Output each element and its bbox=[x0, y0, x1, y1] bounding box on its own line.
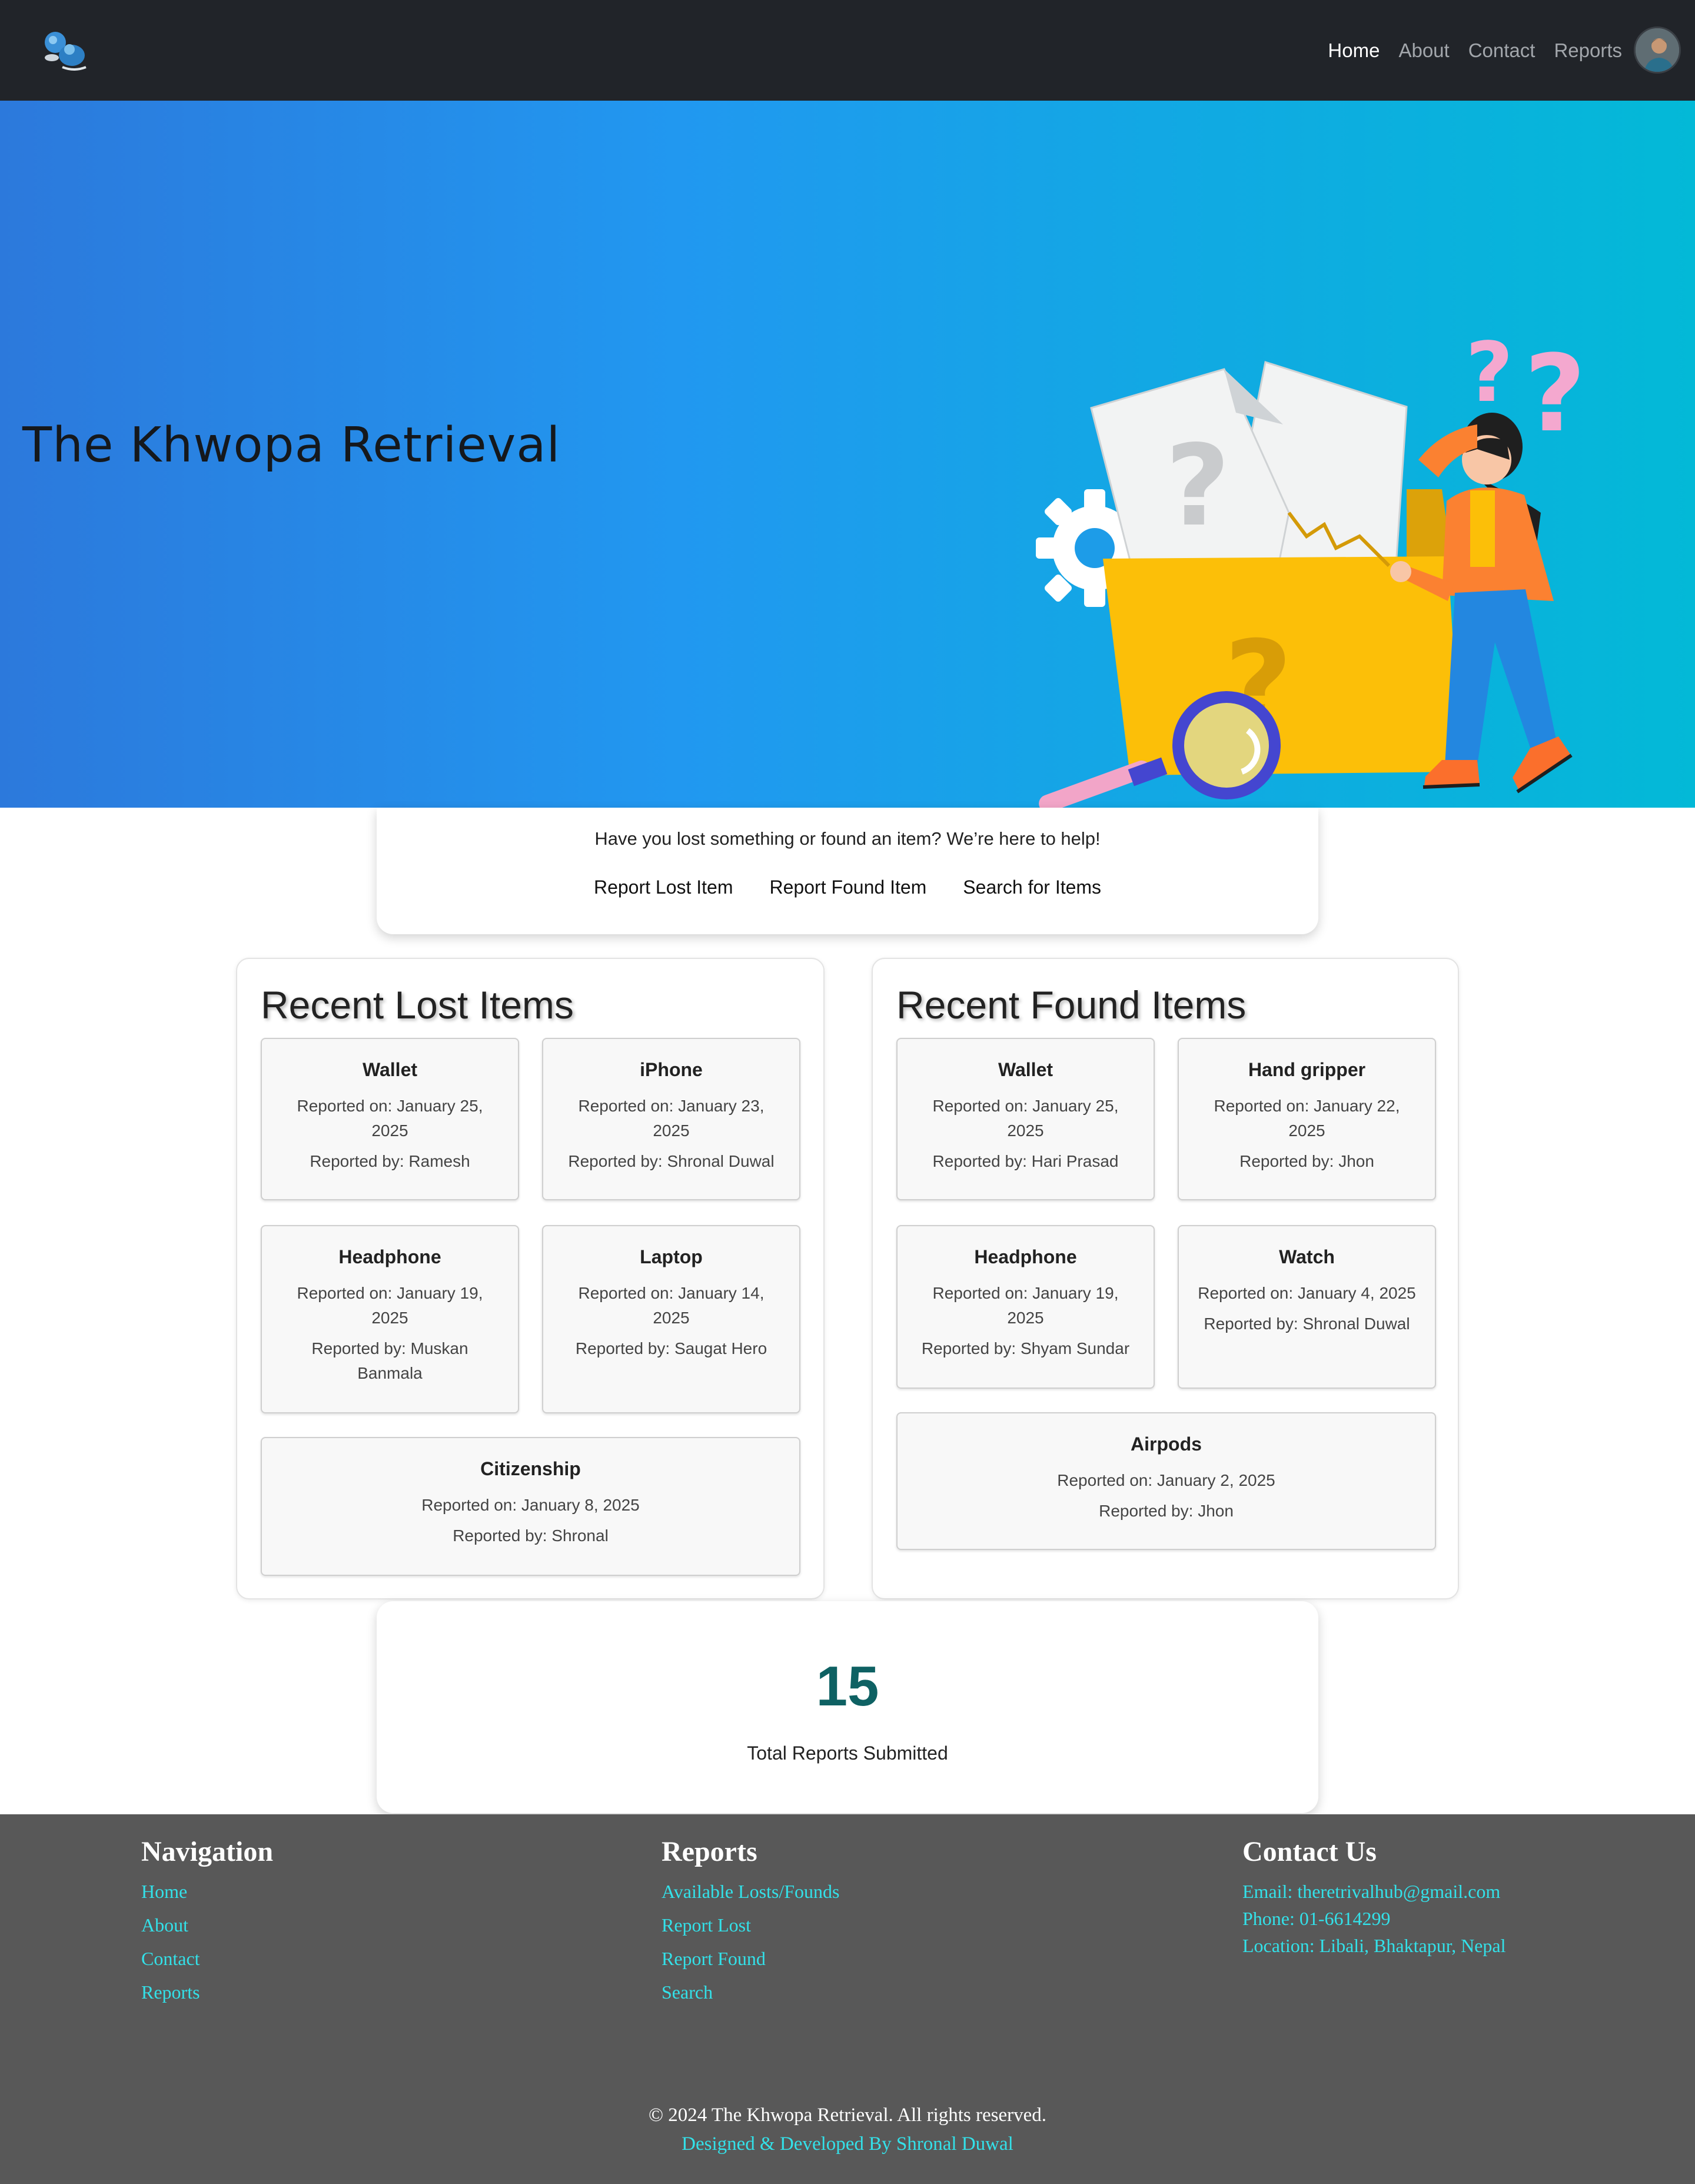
total-reports-card: 15 Total Reports Submitted bbox=[377, 1601, 1318, 1813]
found-item-card[interactable]: Headphone Reported on: January 19, 2025 … bbox=[896, 1225, 1155, 1389]
footer-link-home[interactable]: Home bbox=[141, 1881, 273, 1903]
svg-text:?: ? bbox=[1165, 421, 1230, 551]
lost-item-card[interactable]: Citizenship Reported on: January 8, 2025… bbox=[261, 1437, 800, 1576]
item-name: Watch bbox=[1279, 1246, 1335, 1267]
item-date: Reported on: January 2, 2025 bbox=[1057, 1471, 1275, 1489]
item-name: Citizenship bbox=[480, 1458, 581, 1479]
nav-contact[interactable]: Contact bbox=[1468, 39, 1536, 62]
search-items-link[interactable]: Search for Items bbox=[963, 877, 1101, 898]
recent-lost-section: Recent Lost Items Wallet Reported on: Ja… bbox=[236, 958, 825, 1599]
item-name: Headphone bbox=[974, 1246, 1077, 1267]
item-name: Laptop bbox=[640, 1246, 703, 1267]
found-item-card[interactable]: Airpods Reported on: January 2, 2025 Rep… bbox=[896, 1412, 1436, 1550]
item-date: Reported on: January 4, 2025 bbox=[1198, 1284, 1416, 1302]
lost-item-card[interactable]: Wallet Reported on: January 25, 2025 Rep… bbox=[261, 1038, 519, 1200]
item-date: Reported on: January 14, 2025 bbox=[578, 1284, 765, 1327]
recent-found-section: Recent Found Items Wallet Reported on: J… bbox=[872, 958, 1459, 1599]
svg-text:?: ? bbox=[1465, 325, 1513, 421]
item-name: iPhone bbox=[640, 1059, 703, 1080]
site-logo-icon[interactable] bbox=[39, 26, 95, 75]
item-date: Reported on: January 25, 2025 bbox=[297, 1097, 483, 1140]
svg-text:?: ? bbox=[1524, 333, 1586, 456]
contact-email[interactable]: Email: theretrivalhub@gmail.com bbox=[1242, 1881, 1505, 1903]
item-date: Reported on: January 22, 2025 bbox=[1214, 1097, 1400, 1140]
item-name: Wallet bbox=[362, 1059, 418, 1080]
footer-contact: Contact Us Email: theretrivalhub@gmail.c… bbox=[1242, 1836, 1505, 1962]
item-date: Reported on: January 8, 2025 bbox=[421, 1496, 640, 1514]
total-reports-label: Total Reports Submitted bbox=[747, 1742, 948, 1764]
footer-link-report-lost[interactable]: Report Lost bbox=[662, 1914, 840, 1936]
item-name: Headphone bbox=[338, 1246, 441, 1267]
item-reporter: Reported by: Muskan Banmala bbox=[311, 1339, 468, 1382]
contact-location: Location: Libali, Bhaktapur, Nepal bbox=[1242, 1935, 1506, 1956]
hero-illustration: ? ? ? ? bbox=[1030, 218, 1618, 842]
footer-navigation: Navigation Home About Contact Reports bbox=[141, 1836, 273, 2015]
item-name: Airpods bbox=[1131, 1433, 1202, 1455]
section-title: Recent Lost Items bbox=[261, 983, 574, 1027]
item-date: Reported on: January 19, 2025 bbox=[932, 1284, 1119, 1327]
help-text: Have you lost something or found an item… bbox=[594, 828, 1101, 849]
nav-home[interactable]: Home bbox=[1328, 39, 1380, 62]
section-title: Recent Found Items bbox=[896, 983, 1247, 1027]
help-card: Have you lost something or found an item… bbox=[377, 808, 1318, 934]
contact-phone[interactable]: Phone: 01-6614299 bbox=[1242, 1908, 1505, 1930]
item-reporter: Reported by: Hari Prasad bbox=[932, 1152, 1119, 1170]
nav-reports[interactable]: Reports bbox=[1554, 39, 1622, 62]
item-date: Reported on: January 23, 2025 bbox=[578, 1097, 765, 1140]
lost-item-card[interactable]: iPhone Reported on: January 23, 2025 Rep… bbox=[542, 1038, 800, 1200]
found-item-card[interactable]: Wallet Reported on: January 25, 2025 Rep… bbox=[896, 1038, 1155, 1200]
found-item-card[interactable]: Hand gripper Reported on: January 22, 20… bbox=[1178, 1038, 1436, 1200]
footer-link-search[interactable]: Search bbox=[662, 1981, 840, 2003]
item-reporter: Reported by: Shronal bbox=[453, 1526, 609, 1545]
item-reporter: Reported by: Shronal Duwal bbox=[568, 1152, 775, 1170]
hero-title: The Khwopa Retrieval bbox=[22, 417, 561, 473]
footer-link-about[interactable]: About bbox=[141, 1914, 273, 1936]
item-name: Wallet bbox=[998, 1059, 1053, 1080]
footer-link-report-found[interactable]: Report Found bbox=[662, 1948, 840, 1970]
footer: Navigation Home About Contact Reports Re… bbox=[0, 1814, 1695, 2184]
footer-heading: Reports bbox=[662, 1836, 757, 1867]
footer-heading: Contact Us bbox=[1242, 1836, 1377, 1867]
item-reporter: Reported by: Shronal Duwal bbox=[1204, 1315, 1410, 1333]
copyright-text: © 2024 The Khwopa Retrieval. All rights … bbox=[648, 2105, 1047, 2126]
footer-link-reports[interactable]: Reports bbox=[141, 1981, 273, 2003]
item-reporter: Reported by: Ramesh bbox=[310, 1152, 470, 1170]
hero-banner: The Khwopa Retrieval ? ? ? ? bbox=[0, 101, 1695, 813]
help-links: Report Lost Item Report Found Item Searc… bbox=[377, 877, 1318, 898]
item-name: Hand gripper bbox=[1248, 1059, 1366, 1080]
lost-item-card[interactable]: Laptop Reported on: January 14, 2025 Rep… bbox=[542, 1225, 800, 1413]
footer-link-contact[interactable]: Contact bbox=[141, 1948, 273, 1970]
report-lost-link[interactable]: Report Lost Item bbox=[594, 877, 733, 898]
item-reporter: Reported by: Jhon bbox=[1099, 1502, 1234, 1520]
navbar: Home About Contact Reports bbox=[0, 0, 1695, 101]
item-date: Reported on: January 19, 2025 bbox=[297, 1284, 483, 1327]
footer-link-available[interactable]: Available Losts/Founds bbox=[662, 1881, 840, 1903]
nav-about[interactable]: About bbox=[1398, 39, 1449, 62]
user-avatar-icon[interactable] bbox=[1634, 26, 1681, 74]
found-item-card[interactable]: Watch Reported on: January 4, 2025 Repor… bbox=[1178, 1225, 1436, 1389]
report-found-link[interactable]: Report Found Item bbox=[770, 877, 927, 898]
footer-reports: Reports Available Losts/Founds Report Lo… bbox=[662, 1836, 840, 2015]
footer-heading: Navigation bbox=[141, 1836, 274, 1867]
developer-credit-link[interactable]: Designed & Developed By Shronal Duwal bbox=[0, 2133, 1695, 2155]
item-reporter: Reported by: Jhon bbox=[1239, 1152, 1374, 1170]
total-reports-number: 15 bbox=[816, 1655, 879, 1718]
item-reporter: Reported by: Shyam Sundar bbox=[921, 1339, 1130, 1357]
lost-item-card[interactable]: Headphone Reported on: January 19, 2025 … bbox=[261, 1225, 519, 1413]
item-date: Reported on: January 25, 2025 bbox=[932, 1097, 1119, 1140]
nav-links: Home About Contact Reports bbox=[1328, 0, 1622, 101]
item-reporter: Reported by: Saugat Hero bbox=[575, 1339, 767, 1357]
